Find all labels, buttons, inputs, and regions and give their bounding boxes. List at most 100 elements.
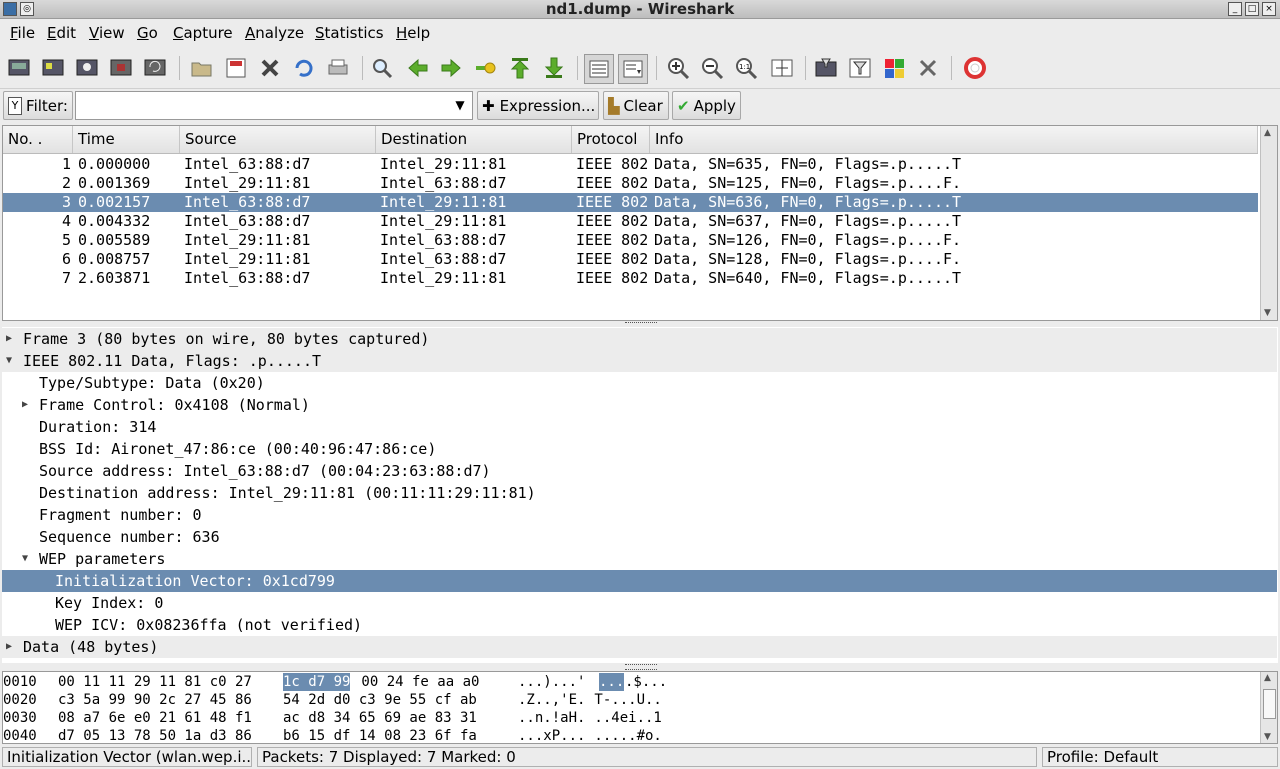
- resize-columns-icon[interactable]: [768, 54, 796, 82]
- detail-tree-item[interactable]: ▶ Frame 3 (80 bytes on wire, 80 bytes cap…: [2, 328, 1277, 350]
- hex-c1: .Z..,'E.: [518, 692, 586, 708]
- column-protocol[interactable]: Protocol: [572, 126, 650, 153]
- packet-row[interactable]: 2 0.001369 Intel_29:11:81 Intel_63:88:d7 IEE…: [3, 174, 1258, 193]
- detail-tree-item[interactable]: Key Index: 0: [2, 592, 1277, 614]
- detail-tree-item[interactable]: ▼ IEEE 802.11 Data, Flags: .p.....T: [2, 350, 1277, 372]
- detail-tree-item[interactable]: BSS Id: Aironet_47:86:ce (00:40:96:47:86…: [2, 438, 1277, 460]
- display-filters-icon[interactable]: [846, 54, 874, 82]
- packet-row[interactable]: 1 0.000000 Intel_63:88:d7 Intel_29:11:81 IEE…: [3, 155, 1258, 174]
- preferences-icon[interactable]: [915, 54, 943, 82]
- packet-cell-no: 6: [61, 250, 71, 268]
- zoom-out-icon[interactable]: [699, 54, 727, 82]
- close-icon[interactable]: [256, 54, 284, 82]
- detail-tree-item[interactable]: Type/Subtype: Data (0x20): [2, 372, 1277, 394]
- menu-go[interactable]: Go: [137, 24, 158, 42]
- packet-cell-dst: Intel_63:88:d7: [380, 174, 507, 192]
- menu-help[interactable]: Help: [396, 24, 430, 42]
- help-icon[interactable]: [961, 54, 989, 82]
- find-icon[interactable]: [369, 54, 397, 82]
- minimize-icon[interactable]: _: [1228, 2, 1242, 16]
- last-icon[interactable]: [540, 54, 568, 82]
- menu-analyze[interactable]: Analyze: [245, 24, 304, 42]
- scroll-down-icon[interactable]: ▼: [1264, 732, 1271, 742]
- detail-tree-item[interactable]: Duration: 314: [2, 416, 1277, 438]
- goto-icon[interactable]: [471, 54, 499, 82]
- packet-cell-dst: Intel_29:11:81: [380, 193, 507, 211]
- colorize-icon[interactable]: [584, 54, 614, 84]
- normal-size-icon[interactable]: 1:1: [733, 54, 761, 82]
- packet-cell-src: Intel_63:88:d7: [184, 269, 311, 287]
- packet-cell-dst: Intel_63:88:d7: [380, 231, 507, 249]
- detail-tree-item[interactable]: WEP ICV: 0x08236ffa (not verified): [2, 614, 1277, 636]
- packet-row[interactable]: 6 0.008757 Intel_29:11:81 Intel_63:88:d7 IEE…: [3, 250, 1258, 269]
- reload-icon[interactable]: [290, 54, 318, 82]
- detail-tree-item[interactable]: Destination address: Intel_29:11:81 (00:…: [2, 482, 1277, 504]
- autoscroll-icon[interactable]: [618, 54, 648, 84]
- filter-input[interactable]: ▼: [75, 91, 473, 120]
- checkmark-icon: ✔: [677, 96, 690, 115]
- expander-expanded-icon[interactable]: ▼: [6, 350, 12, 372]
- maximize-icon[interactable]: □: [1245, 2, 1259, 16]
- apply-button[interactable]: ✔ Apply: [672, 91, 741, 120]
- save-icon[interactable]: [222, 54, 250, 82]
- column-time[interactable]: Time: [73, 126, 180, 153]
- packet-row[interactable]: 3 0.002157 Intel_63:88:d7 Intel_29:11:81 IEE…: [3, 193, 1258, 212]
- options-icon[interactable]: [39, 54, 67, 82]
- detail-tree-item[interactable]: Fragment number: 0: [2, 504, 1277, 526]
- broom-icon: ▙: [608, 96, 620, 115]
- menu-capture[interactable]: Capture: [173, 24, 233, 42]
- interfaces-icon[interactable]: [5, 54, 33, 82]
- scroll-up-icon[interactable]: ▲: [1264, 128, 1271, 138]
- status-profile[interactable]: Profile: Default: [1042, 747, 1278, 767]
- column-destination[interactable]: Destination: [376, 126, 572, 153]
- scroll-down-icon[interactable]: ▼: [1264, 308, 1271, 318]
- clear-button[interactable]: ▙ Clear: [603, 91, 669, 120]
- detail-tree-item[interactable]: ▶ Frame Control: 0x4108 (Normal): [2, 394, 1277, 416]
- menu-edit[interactable]: Edit: [47, 24, 76, 42]
- expander-expanded-icon[interactable]: ▼: [22, 548, 28, 570]
- menu-view[interactable]: View: [89, 24, 125, 42]
- detail-tree-item[interactable]: ▶ Data (48 bytes): [2, 636, 1277, 658]
- scroll-thumb[interactable]: [1263, 689, 1276, 719]
- detail-tree-item[interactable]: Sequence number: 636: [2, 526, 1277, 548]
- detail-tree-item[interactable]: Initialization Vector: 0x1cd799: [2, 570, 1277, 592]
- expression-button[interactable]: ✚ Expression...: [477, 91, 599, 120]
- menu-file[interactable]: File: [10, 24, 35, 42]
- open-icon[interactable]: [188, 54, 216, 82]
- filter-label-button[interactable]: Y Filter:: [3, 91, 73, 120]
- packet-cell-info: Data, SN=640, FN=0, Flags=.p.....T: [654, 269, 962, 287]
- detail-text: IEEE 802.11 Data, Flags: .p.....T: [23, 352, 322, 370]
- column-no[interactable]: No. .: [3, 126, 73, 153]
- detail-tree-item[interactable]: ▼ WEP parameters: [2, 548, 1277, 570]
- plus-icon: ✚: [482, 96, 495, 115]
- expander-collapsed-icon[interactable]: ▶: [6, 636, 12, 658]
- expander-collapsed-icon[interactable]: ▶: [6, 328, 12, 350]
- hex-off: 0020: [3, 692, 37, 708]
- close-window-icon[interactable]: ×: [1262, 2, 1276, 16]
- menu-statistics[interactable]: Statistics: [315, 24, 384, 42]
- pane-splitter-2[interactable]: [625, 664, 657, 670]
- filter-dropdown-icon[interactable]: ▼: [448, 92, 472, 119]
- packet-row[interactable]: 5 0.005589 Intel_29:11:81 Intel_63:88:d7 IEE…: [3, 231, 1258, 250]
- stop-icon[interactable]: [107, 54, 135, 82]
- restart-icon[interactable]: [141, 54, 169, 82]
- column-info[interactable]: Info: [650, 126, 1258, 153]
- packet-list-pane: No. . Time Source Destination Protocol I…: [2, 125, 1278, 321]
- packet-row[interactable]: 7 2.603871 Intel_63:88:d7 Intel_29:11:81 IEE…: [3, 269, 1258, 288]
- packet-row[interactable]: 4 0.004332 Intel_63:88:d7 Intel_29:11:81 IEE…: [3, 212, 1258, 231]
- forward-icon[interactable]: [437, 54, 465, 82]
- packet-list-scrollbar[interactable]: ▲ ▼: [1260, 126, 1277, 320]
- detail-text: Data (48 bytes): [23, 638, 159, 656]
- column-source[interactable]: Source: [180, 126, 376, 153]
- scroll-up-icon[interactable]: ▲: [1264, 673, 1271, 683]
- first-icon[interactable]: [506, 54, 534, 82]
- print-icon[interactable]: [324, 54, 352, 82]
- back-icon[interactable]: [404, 54, 432, 82]
- zoom-in-icon[interactable]: [665, 54, 693, 82]
- bytes-scrollbar[interactable]: ▲ ▼: [1260, 672, 1277, 743]
- capture-filters-icon[interactable]: [812, 54, 840, 82]
- start-icon[interactable]: [73, 54, 101, 82]
- coloring-rules-icon[interactable]: [881, 54, 909, 82]
- detail-tree-item[interactable]: Source address: Intel_63:88:d7 (00:04:23…: [2, 460, 1277, 482]
- expander-collapsed-icon[interactable]: ▶: [22, 394, 28, 416]
